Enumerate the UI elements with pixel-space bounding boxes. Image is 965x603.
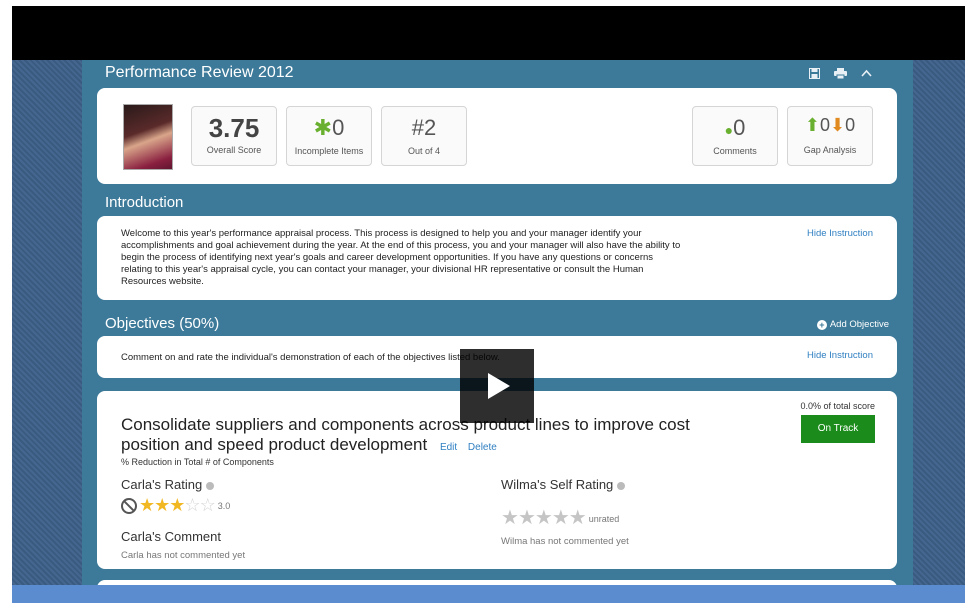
total-score-text: 0.0% of total score bbox=[800, 401, 875, 411]
star-icon: ★ bbox=[551, 507, 570, 529]
page-title: Performance Review 2012 bbox=[105, 64, 294, 81]
manager-rating: Carla's Rating bbox=[121, 477, 215, 492]
collapse-icon[interactable] bbox=[859, 66, 873, 80]
comments-label: Comments bbox=[713, 146, 757, 156]
add-objective-button[interactable]: + Add Objective bbox=[816, 319, 889, 330]
rank-value: #2 bbox=[411, 115, 437, 140]
self-star-rating: ★★★★★ unrated bbox=[501, 505, 619, 530]
star-icon[interactable]: ★ bbox=[139, 495, 155, 515]
star-icon: ✱ bbox=[313, 115, 333, 140]
avatar bbox=[123, 104, 173, 170]
rank-label: Out of 4 bbox=[407, 146, 441, 156]
star-icon[interactable]: ★ bbox=[169, 495, 185, 515]
add-objective-label: Add Objective bbox=[829, 319, 889, 330]
clear-rating-icon[interactable] bbox=[121, 498, 137, 515]
objective-title-text: Consolidate suppliers and components acr… bbox=[121, 415, 690, 454]
comment-icon: ● bbox=[724, 122, 734, 138]
introduction-card: Welcome to this year's performance appra… bbox=[97, 216, 897, 300]
manager-comment-empty: Carla has not commented yet bbox=[121, 550, 246, 561]
overall-score-label: Overall Score bbox=[206, 145, 262, 155]
video-frame: Performance Review 2012 3.75 Overall Sco… bbox=[12, 6, 965, 603]
hide-instruction-intro-link[interactable]: Hide Instruction bbox=[807, 228, 873, 239]
objective-metric: % Reduction in Total # of Components bbox=[121, 457, 274, 467]
background-left bbox=[12, 60, 82, 603]
star-icon: ★ bbox=[501, 507, 519, 529]
summary-card: 3.75 Overall Score ✱0 Incomplete Items #… bbox=[97, 88, 897, 184]
plus-icon: + bbox=[816, 319, 827, 330]
star-icon: ★ bbox=[534, 507, 553, 529]
video-content: Performance Review 2012 3.75 Overall Sco… bbox=[12, 60, 965, 603]
overall-score-value: 3.75 bbox=[208, 113, 260, 143]
status-button[interactable]: On Track bbox=[801, 415, 875, 443]
background-right bbox=[913, 60, 965, 603]
review-panel: Performance Review 2012 3.75 Overall Sco… bbox=[82, 60, 913, 603]
gap-analysis-tile[interactable]: ⬆0⬇0 Gap Analysis bbox=[787, 106, 873, 166]
info-icon[interactable] bbox=[206, 481, 215, 490]
gap-down-value: 0 bbox=[845, 115, 856, 135]
star-outline-icon[interactable]: ☆ bbox=[200, 495, 216, 515]
objectives-title: Objectives (50%) bbox=[105, 315, 220, 332]
star-icon[interactable]: ★ bbox=[154, 495, 170, 515]
introduction-text: Welcome to this year's performance appra… bbox=[121, 228, 681, 287]
introduction-title: Introduction bbox=[105, 194, 184, 211]
self-rating-label: Wilma's Self Rating bbox=[501, 477, 614, 492]
delete-link[interactable]: Delete bbox=[468, 442, 497, 453]
self-comment-empty: Wilma has not commented yet bbox=[501, 536, 629, 547]
info-icon[interactable] bbox=[617, 481, 626, 490]
hide-instruction-objectives-link[interactable]: Hide Instruction bbox=[807, 350, 873, 361]
incomplete-items-label: Incomplete Items bbox=[294, 146, 364, 156]
gap-up-value: 0 bbox=[819, 115, 830, 135]
rank-tile: #2 Out of 4 bbox=[381, 106, 467, 166]
toolbar bbox=[807, 66, 873, 80]
objective-title: Consolidate suppliers and components acr… bbox=[121, 415, 721, 458]
incomplete-items-tile[interactable]: ✱0 Incomplete Items bbox=[286, 106, 372, 166]
incomplete-items-value: 0 bbox=[332, 115, 345, 140]
video-control-bar[interactable] bbox=[12, 585, 965, 603]
objectives-instruction-text: Comment on and rate the individual's dem… bbox=[121, 352, 500, 363]
overall-score-tile: 3.75 Overall Score bbox=[191, 106, 277, 166]
manager-star-rating[interactable]: ★★★☆☆ 3.0 bbox=[121, 495, 230, 516]
arrow-down-icon: ⬇ bbox=[830, 115, 846, 135]
save-icon[interactable] bbox=[807, 66, 821, 80]
play-button[interactable] bbox=[460, 349, 534, 423]
comments-tile[interactable]: ●0 Comments bbox=[692, 106, 778, 166]
manager-comment-label: Carla's Comment bbox=[121, 529, 222, 544]
star-icon: ★ bbox=[517, 507, 536, 529]
edit-link[interactable]: Edit bbox=[440, 442, 457, 453]
manager-rating-value: 3.0 bbox=[217, 501, 231, 512]
arrow-up-icon: ⬆ bbox=[804, 115, 820, 135]
manager-rating-label: Carla's Rating bbox=[121, 477, 203, 492]
self-rating-value: unrated bbox=[588, 513, 620, 524]
self-rating: Wilma's Self Rating bbox=[501, 477, 626, 492]
gap-analysis-label: Gap Analysis bbox=[803, 145, 857, 155]
star-icon: ★ bbox=[568, 507, 587, 529]
comments-value: 0 bbox=[733, 115, 746, 140]
print-icon[interactable] bbox=[833, 66, 847, 80]
star-outline-icon[interactable]: ☆ bbox=[184, 495, 200, 515]
